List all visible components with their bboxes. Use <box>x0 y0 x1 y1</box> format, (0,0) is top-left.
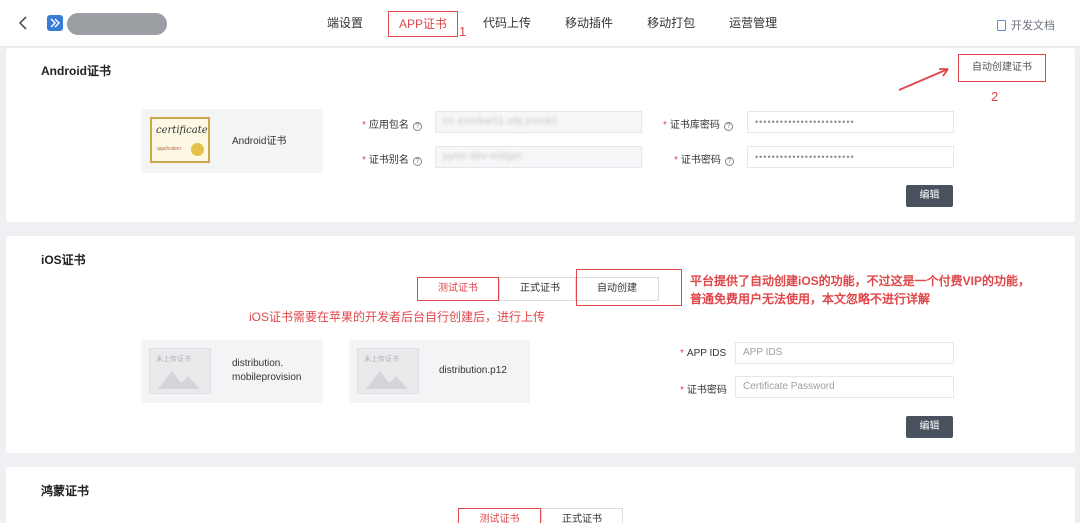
tab-mobile-plugins[interactable]: 移动插件 <box>548 0 630 47</box>
harmony-cert-type-switch: 测试证书 正式证书 <box>458 508 623 523</box>
seal-icon <box>191 143 204 156</box>
question-circle-icon[interactable]: ? <box>412 122 422 131</box>
app-ids-label: * APP IDS <box>680 348 727 359</box>
android-cert-title: Android证书 <box>41 64 111 78</box>
harmony-test-cert-tab[interactable]: 测试证书 <box>458 508 541 523</box>
certificate-image: certificate application <box>150 117 210 163</box>
auto-create-cert-button[interactable]: 自动创建证书 <box>958 54 1046 82</box>
android-cert-tile: certificate application Android证书 <box>141 109 323 173</box>
top-bar: 端设置 APP证书 代码上传 移动插件 移动打包 运营管理 1 开发文档 <box>0 0 1080 47</box>
android-cert-card: Android证书 自动创建证书 2 certificate applicati… <box>6 48 1075 222</box>
annotation-box <box>576 269 682 306</box>
tab-mobile-packaging[interactable]: 移动打包 <box>630 0 712 47</box>
ios-cert-password-field[interactable]: Certificate Password <box>735 376 954 398</box>
tab-app-certificate[interactable]: APP证书 <box>388 11 459 37</box>
tab-operations[interactable]: 运营管理 <box>712 0 794 47</box>
ios-edit-button[interactable]: 编辑 <box>906 416 953 438</box>
android-cert-label: Android证书 <box>232 136 287 147</box>
ios-prod-cert-tab[interactable]: 正式证书 <box>499 277 581 301</box>
app-name-redacted <box>67 13 167 35</box>
dev-docs-link[interactable]: 开发文档 <box>997 17 1055 33</box>
ios-cert-title: iOS证书 <box>41 253 86 267</box>
question-circle-icon[interactable]: ? <box>724 157 734 166</box>
upload-placeholder-image: 未上传证书 <box>357 348 419 394</box>
harmony-cert-title: 鸿蒙证书 <box>41 484 90 498</box>
question-circle-icon[interactable]: ? <box>412 157 422 166</box>
app-ids-field[interactable]: APP IDS <box>735 342 954 364</box>
cert-password-field[interactable]: •••••••••••••••••••••••• <box>747 146 954 168</box>
document-icon <box>997 19 1006 31</box>
annotation-number-2: 2 <box>991 89 999 104</box>
mobileprovision-upload-tile[interactable]: 未上传证书 distribution. mobileprovision <box>141 340 323 403</box>
package-name-label: * 应用包名? <box>362 116 422 131</box>
cert-alias-label: * 证书别名? <box>362 151 422 166</box>
tab-endpoint-settings[interactable]: 端设置 <box>310 0 380 47</box>
dev-docs-label: 开发文档 <box>1011 20 1055 32</box>
vip-note-line-2: 普通免费用户无法使用，本文忽略不进行详解 <box>690 292 931 306</box>
p12-upload-tile[interactable]: 未上传证书 distribution.p12 <box>349 340 530 403</box>
app-logo-icon <box>47 15 63 31</box>
cert-password-label: * 证书密码? <box>674 151 734 166</box>
p12-label: distribution.p12 <box>439 365 507 376</box>
package-name-field[interactable]: cn.exmbw01.obj.yoink0 <box>435 111 642 133</box>
ios-cert-password-label: * 证书密码 <box>680 385 727 396</box>
harmony-cert-card: 鸿蒙证书 测试证书 正式证书 <box>6 467 1075 523</box>
ios-test-cert-tab[interactable]: 测试证书 <box>417 277 499 301</box>
keystore-password-field[interactable]: •••••••••••••••••••••••• <box>747 111 954 133</box>
main-tabs: 端设置 APP证书 代码上传 移动插件 移动打包 运营管理 <box>310 0 794 47</box>
android-edit-button[interactable]: 编辑 <box>906 185 953 207</box>
keystore-password-label: * 证书库密码? <box>663 116 733 131</box>
upload-note: iOS证书需要在苹果的开发者后台自行创建后，进行上传 <box>249 310 546 324</box>
annotation-arrow <box>898 68 949 91</box>
question-circle-icon[interactable]: ? <box>723 122 733 131</box>
tab-code-upload[interactable]: 代码上传 <box>466 0 548 47</box>
harmony-prod-cert-tab[interactable]: 正式证书 <box>541 508 623 523</box>
annotation-number-1: 1 <box>459 24 467 39</box>
mobileprovision-label: distribution. mobileprovision <box>232 358 302 383</box>
cert-alias-field[interactable]: yymt-dev-eidget <box>435 146 642 168</box>
upload-placeholder-image: 未上传证书 <box>149 348 211 394</box>
ios-cert-card: iOS证书 测试证书 正式证书 自动创建 平台提供了自动创建iOS的功能，不过这… <box>6 236 1075 453</box>
vip-note-line-1: 平台提供了自动创建iOS的功能，不过这是一个付费VIP的功能， <box>690 274 1031 288</box>
chevron-left-icon[interactable] <box>14 13 34 33</box>
